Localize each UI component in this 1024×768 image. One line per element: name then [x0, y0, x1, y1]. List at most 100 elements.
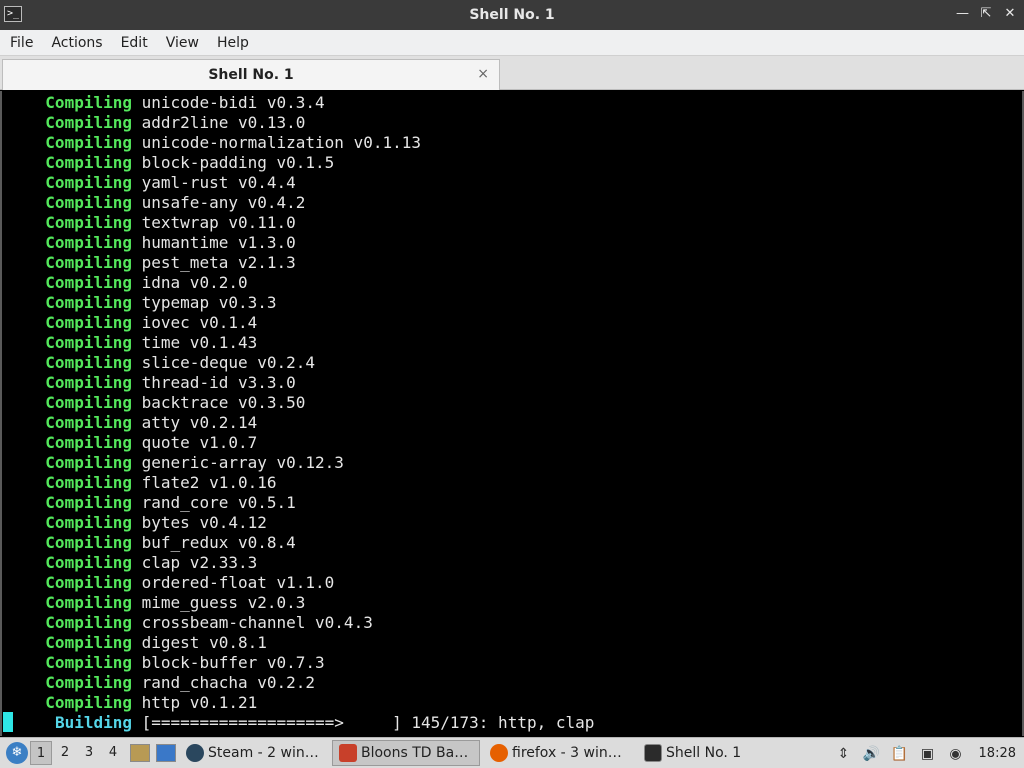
terminal-line: Compiling clap v2.33.3 [2, 553, 594, 573]
volume-icon[interactable]: 🔊 [863, 745, 881, 763]
terminal-line: Compiling quote v1.0.7 [2, 433, 594, 453]
terminal-line: Compiling digest v0.8.1 [2, 633, 594, 653]
terminal-cursor [3, 712, 13, 732]
file-manager-icon[interactable] [130, 744, 150, 762]
line-arg: bytes v0.4.12 [141, 513, 267, 532]
tab-close-icon[interactable]: × [477, 66, 489, 82]
system-tray: ⇕ 🔊 📋 ▣ ◉ 18:28 [835, 738, 1024, 768]
line-arg: idna v0.2.0 [141, 273, 248, 292]
menu-help[interactable]: Help [211, 35, 255, 51]
line-verb: Compiling [45, 433, 132, 452]
menu-file[interactable]: File [4, 35, 39, 51]
terminal-line: Compiling crossbeam-channel v0.4.3 [2, 613, 594, 633]
terminal-line: Compiling time v0.1.43 [2, 333, 594, 353]
task-label: Steam - 2 wind... [208, 745, 322, 761]
maximize-icon[interactable]: ⇱ [980, 6, 992, 22]
line-verb: Compiling [45, 253, 132, 272]
steam-tray-icon[interactable]: ◉ [947, 745, 965, 763]
minimize-icon[interactable]: — [956, 6, 969, 22]
clipboard-icon[interactable]: 📋 [891, 745, 909, 763]
tab-bar: Shell No. 1 × [0, 56, 1024, 90]
terminal-line: Compiling buf_redux v0.8.4 [2, 533, 594, 553]
network-icon[interactable]: ▣ [919, 745, 937, 763]
terminal-line: Compiling atty v0.2.14 [2, 413, 594, 433]
clock[interactable]: 18:28 [979, 746, 1016, 761]
menu-view[interactable]: View [160, 35, 205, 51]
tab-label: Shell No. 1 [208, 67, 294, 83]
terminal-line: Compiling unicode-normalization v0.1.13 [2, 133, 594, 153]
scroll-icon[interactable]: ⇕ [835, 745, 853, 763]
terminal-line: Compiling idna v0.2.0 [2, 273, 594, 293]
line-arg: rand_chacha v0.2.2 [141, 673, 316, 692]
firefox-icon [490, 744, 508, 762]
build-progress: [===================> ] 145/173: http, c… [141, 713, 595, 732]
terminal-line: Compiling backtrace v0.3.50 [2, 393, 594, 413]
terminal-line: Compiling block-padding v0.1.5 [2, 153, 594, 173]
line-verb: Compiling [45, 473, 132, 492]
workspace-2[interactable]: 2 [54, 741, 76, 765]
task-label: Shell No. 1 [666, 745, 742, 761]
line-arg: mime_guess v2.0.3 [141, 593, 306, 612]
line-verb: Compiling [45, 413, 132, 432]
line-arg: iovec v0.1.4 [141, 313, 258, 332]
menu-actions[interactable]: Actions [45, 35, 108, 51]
line-arg: generic-array v0.12.3 [141, 453, 344, 472]
workspace-4[interactable]: 4 [102, 741, 124, 765]
line-verb: Compiling [45, 273, 132, 292]
line-arg: quote v1.0.7 [141, 433, 258, 452]
menu-edit[interactable]: Edit [115, 35, 154, 51]
line-verb: Compiling [45, 453, 132, 472]
line-verb: Compiling [45, 633, 132, 652]
build-progress-line: Building [===================> ] 145/173… [2, 713, 594, 733]
taskbar: ❄ 1 2 3 4 Steam - 2 wind... Bloons TD Ba… [0, 737, 1024, 768]
line-arg: typemap v0.3.3 [141, 293, 277, 312]
terminal-line: Compiling bytes v0.4.12 [2, 513, 594, 533]
terminal-line: Compiling addr2line v0.13.0 [2, 113, 594, 133]
tab-shell-1[interactable]: Shell No. 1 × [2, 59, 500, 90]
line-arg: clap v2.33.3 [141, 553, 258, 572]
terminal-line: Compiling flate2 v1.0.16 [2, 473, 594, 493]
terminal-line: Compiling yaml-rust v0.4.4 [2, 173, 594, 193]
line-arg: atty v0.2.14 [141, 413, 258, 432]
window-title: Shell No. 1 [469, 7, 555, 23]
line-verb: Compiling [45, 213, 132, 232]
line-verb: Compiling [45, 233, 132, 252]
window-titlebar[interactable]: >_ Shell No. 1 — ⇱ ✕ [0, 0, 1024, 30]
terminal-line: Compiling humantime v1.3.0 [2, 233, 594, 253]
line-arg: unsafe-any v0.4.2 [141, 193, 306, 212]
terminal-output: Compiling unicode-bidi v0.3.4 Compiling a… [2, 93, 594, 733]
task-bloons[interactable]: Bloons TD Batt... [332, 740, 480, 766]
line-arg: unicode-normalization v0.1.13 [141, 133, 421, 152]
line-verb: Compiling [45, 153, 132, 172]
close-icon[interactable]: ✕ [1004, 6, 1016, 22]
terminal-view[interactable]: Compiling unicode-bidi v0.3.4 Compiling a… [0, 91, 1024, 736]
line-verb: Compiling [45, 573, 132, 592]
terminal-line: Compiling block-buffer v0.7.3 [2, 653, 594, 673]
terminal-line: Compiling iovec v0.1.4 [2, 313, 594, 333]
terminal-icon[interactable]: >_ [4, 6, 22, 22]
menu-bar: File Actions Edit View Help [0, 30, 1024, 56]
line-verb: Compiling [45, 173, 132, 192]
terminal-line: Compiling unsafe-any v0.4.2 [2, 193, 594, 213]
task-label: firefox - 3 wind... [512, 745, 628, 761]
workspace-1[interactable]: 1 [30, 741, 52, 765]
workspace-3[interactable]: 3 [78, 741, 100, 765]
line-arg: http v0.1.21 [141, 693, 258, 712]
line-arg: buf_redux v0.8.4 [141, 533, 296, 552]
line-arg: rand_core v0.5.1 [141, 493, 296, 512]
task-firefox[interactable]: firefox - 3 wind... [484, 740, 634, 766]
terminal-line: Compiling rand_chacha v0.2.2 [2, 673, 594, 693]
task-shell[interactable]: Shell No. 1 [638, 740, 788, 766]
line-verb: Building [54, 713, 132, 732]
task-steam[interactable]: Steam - 2 wind... [180, 740, 328, 766]
line-verb: Compiling [45, 673, 132, 692]
line-arg: addr2line v0.13.0 [141, 113, 306, 132]
bloons-icon [339, 744, 357, 762]
line-arg: pest_meta v2.1.3 [141, 253, 296, 272]
show-desktop-icon[interactable] [156, 744, 176, 762]
line-arg: flate2 v1.0.16 [141, 473, 277, 492]
line-arg: textwrap v0.11.0 [141, 213, 296, 232]
line-verb: Compiling [45, 133, 132, 152]
line-verb: Compiling [45, 513, 132, 532]
start-menu-icon[interactable]: ❄ [6, 742, 28, 764]
